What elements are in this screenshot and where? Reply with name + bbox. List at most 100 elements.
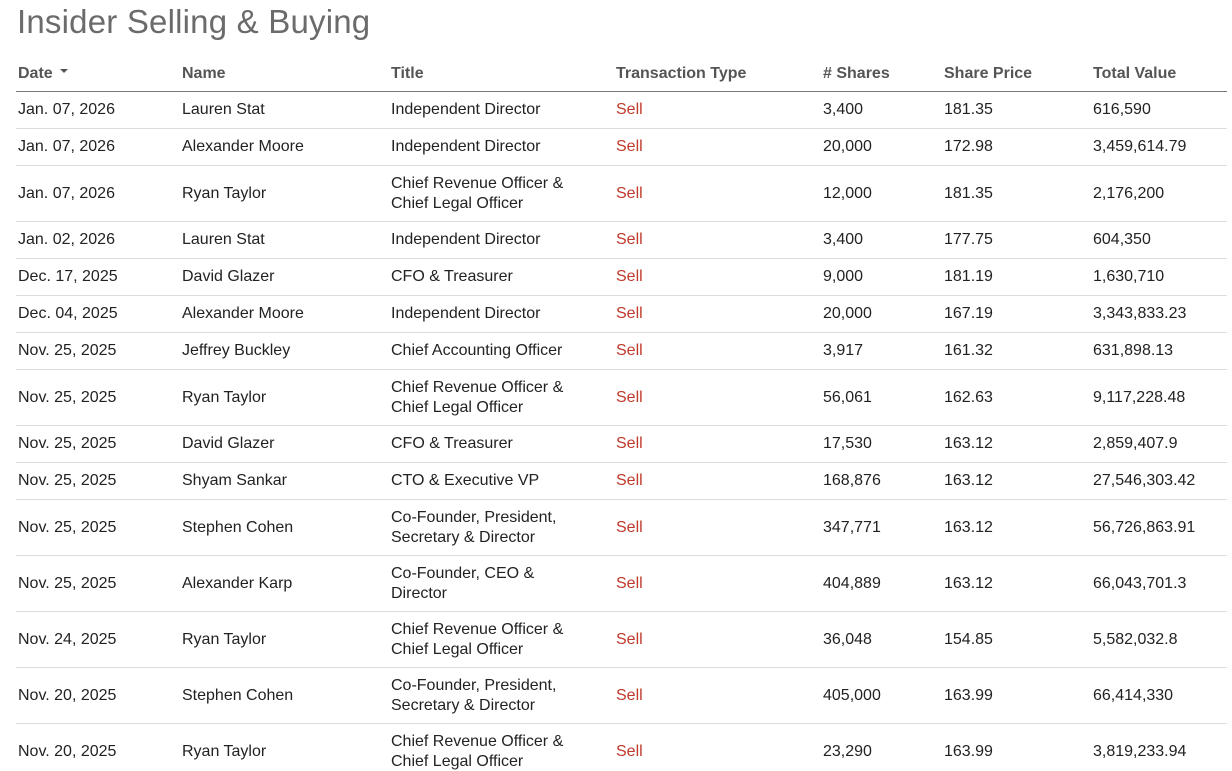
cell-title: CFO & Treasurer <box>389 425 614 463</box>
cell-transaction-type: Sell <box>614 128 821 166</box>
table-row: Jan. 07, 2026 Ryan Taylor Chief Revenue Of… <box>16 165 1227 222</box>
cell-name: Stephen Cohen <box>180 499 389 556</box>
cell-date: Nov. 25, 2025 <box>16 499 180 556</box>
cell-share-price: 163.12 <box>942 462 1091 500</box>
cell-title-line: Chief Revenue Officer & <box>391 732 564 750</box>
cell-total-value: 5,582,032.8 <box>1091 611 1227 668</box>
column-header-name-label: Name <box>182 64 226 82</box>
column-header-share-price[interactable]: Share Price <box>942 56 1091 92</box>
table-row: Nov. 25, 2025 Alexander Karp Co-Founder, C… <box>16 555 1227 612</box>
cell-shares: 9,000 <box>821 258 942 296</box>
column-header-share-price-label: Share Price <box>944 64 1033 82</box>
cell-title: Independent Director <box>389 91 614 129</box>
column-header-total-value[interactable]: Total Value <box>1091 56 1227 92</box>
cell-title-line: Independent Director <box>391 305 541 322</box>
column-header-name[interactable]: Name <box>180 56 389 92</box>
cell-transaction-type: Sell <box>614 499 821 556</box>
cell-title: Independent Director <box>389 221 614 259</box>
cell-title: Co-Founder, CEO & Director <box>389 555 614 612</box>
cell-total-value: 56,726,863.91 <box>1091 499 1227 556</box>
cell-share-price: 167.19 <box>942 295 1091 333</box>
cell-date: Nov. 25, 2025 <box>16 332 180 370</box>
table-body: Jan. 07, 2026 Lauren Stat Independent Dire… <box>16 91 1227 771</box>
cell-total-value: 9,117,228.48 <box>1091 369 1227 426</box>
cell-shares: 405,000 <box>821 667 942 724</box>
cell-share-price: 177.75 <box>942 221 1091 259</box>
table-row: Nov. 20, 2025 Stephen Cohen Co-Founder, Pr… <box>16 667 1227 724</box>
table-row: Jan. 02, 2026 Lauren Stat Independent Dire… <box>16 221 1227 259</box>
cell-title-line: Chief Revenue Officer & <box>391 174 564 192</box>
cell-date: Nov. 25, 2025 <box>16 369 180 426</box>
table-header-row: Date Name Title Transaction Type # Share… <box>16 56 1227 92</box>
cell-title-line: Co-Founder, President, <box>391 676 557 694</box>
cell-title: Chief Revenue Officer & Chief Legal Offic… <box>389 165 614 222</box>
insider-transactions-table: Date Name Title Transaction Type # Share… <box>16 56 1227 771</box>
cell-title-line: Chief Legal Officer <box>391 398 524 416</box>
cell-shares: 56,061 <box>821 369 942 426</box>
cell-date: Jan. 02, 2026 <box>16 221 180 259</box>
cell-share-price: 163.12 <box>942 425 1091 463</box>
cell-title-line: Chief Revenue Officer & <box>391 620 564 638</box>
cell-total-value: 66,043,701.3 <box>1091 555 1227 612</box>
cell-total-value: 3,343,833.23 <box>1091 295 1227 333</box>
cell-share-price: 181.35 <box>942 91 1091 129</box>
cell-title-line: Chief Legal Officer <box>391 194 524 212</box>
cell-share-price: 181.35 <box>942 165 1091 222</box>
cell-date: Nov. 24, 2025 <box>16 611 180 668</box>
cell-share-price: 172.98 <box>942 128 1091 166</box>
cell-title: Independent Director <box>389 128 614 166</box>
column-header-title[interactable]: Title <box>389 56 614 92</box>
cell-total-value: 2,176,200 <box>1091 165 1227 222</box>
cell-date: Nov. 25, 2025 <box>16 425 180 463</box>
cell-share-price: 154.85 <box>942 611 1091 668</box>
cell-name: Ryan Taylor <box>180 723 389 771</box>
cell-title-line: Director <box>391 584 448 602</box>
table-row: Nov. 20, 2025 Ryan Taylor Chief Revenue Of… <box>16 723 1227 771</box>
cell-title: Chief Accounting Officer <box>389 332 614 370</box>
cell-transaction-type: Sell <box>614 555 821 612</box>
table-row: Nov. 25, 2025 Jeffrey Buckley Chief Accoun… <box>16 332 1227 370</box>
cell-title-line: Independent Director <box>391 101 541 118</box>
cell-date: Nov. 20, 2025 <box>16 723 180 771</box>
cell-transaction-type: Sell <box>614 723 821 771</box>
cell-title-line: Chief Legal Officer <box>391 640 524 658</box>
cell-transaction-type: Sell <box>614 425 821 463</box>
cell-total-value: 66,414,330 <box>1091 667 1227 724</box>
column-header-title-label: Title <box>391 64 424 82</box>
cell-name: Alexander Karp <box>180 555 389 612</box>
cell-title: CTO & Executive VP <box>389 462 614 500</box>
cell-transaction-type: Sell <box>614 611 821 668</box>
cell-name: Jeffrey Buckley <box>180 332 389 370</box>
cell-shares: 20,000 <box>821 128 942 166</box>
cell-title: Co-Founder, President, Secretary & Direct… <box>389 667 614 724</box>
cell-name: Lauren Stat <box>180 221 389 259</box>
cell-transaction-type: Sell <box>614 258 821 296</box>
cell-share-price: 163.12 <box>942 555 1091 612</box>
table-row: Jan. 07, 2026 Alexander Moore Independent … <box>16 128 1227 166</box>
cell-shares: 36,048 <box>821 611 942 668</box>
cell-shares: 404,889 <box>821 555 942 612</box>
cell-title: Independent Director <box>389 295 614 333</box>
cell-title: Chief Revenue Officer & Chief Legal Offic… <box>389 369 614 426</box>
cell-shares: 3,400 <box>821 91 942 129</box>
cell-name: David Glazer <box>180 425 389 463</box>
cell-total-value: 1,630,710 <box>1091 258 1227 296</box>
cell-date: Jan. 07, 2026 <box>16 165 180 222</box>
table-row: Jan. 07, 2026 Lauren Stat Independent Dire… <box>16 91 1227 129</box>
cell-title: Chief Revenue Officer & Chief Legal Offic… <box>389 611 614 668</box>
insider-page: Insider Selling & Buying Date Name Title… <box>0 0 1232 771</box>
cell-title-line: CTO & Executive VP <box>391 472 540 489</box>
cell-transaction-type: Sell <box>614 332 821 370</box>
cell-transaction-type: Sell <box>614 462 821 500</box>
cell-title-line: Co-Founder, President, <box>391 508 557 526</box>
cell-date: Jan. 07, 2026 <box>16 128 180 166</box>
cell-name: Shyam Sankar <box>180 462 389 500</box>
column-header-transaction-type[interactable]: Transaction Type <box>614 56 821 92</box>
page-title: Insider Selling & Buying <box>17 3 371 40</box>
cell-total-value: 616,590 <box>1091 91 1227 129</box>
column-header-date[interactable]: Date <box>16 56 180 92</box>
cell-name: Lauren Stat <box>180 91 389 129</box>
column-header-total-value-label: Total Value <box>1093 64 1177 82</box>
column-header-shares[interactable]: # Shares <box>821 56 942 92</box>
cell-name: Ryan Taylor <box>180 165 389 222</box>
